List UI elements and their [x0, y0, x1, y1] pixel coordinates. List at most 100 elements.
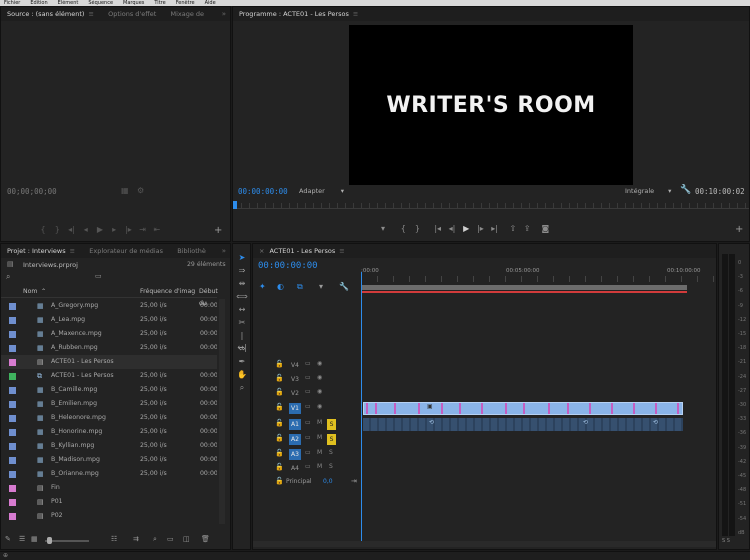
tab-media-browser[interactable]: Explorateur de médias	[83, 244, 169, 258]
label-color-swatch[interactable]	[9, 415, 16, 422]
tab-libraries[interactable]: Bibliothè	[171, 244, 212, 258]
eye-icon[interactable]: ◉	[317, 403, 322, 410]
eye-icon[interactable]: ◉	[317, 388, 322, 395]
sync-lock-icon[interactable]: ▭	[305, 434, 311, 441]
step-forward-frame-icon[interactable]: ▸	[108, 225, 120, 234]
track-lock-icon[interactable]: 🔓	[275, 374, 284, 382]
track-target-button[interactable]: V4	[289, 360, 301, 371]
label-color-swatch[interactable]	[9, 471, 16, 478]
add-marker-icon[interactable]: ▾	[319, 282, 323, 291]
solo-button[interactable]: S	[329, 449, 333, 456]
eye-icon[interactable]: ◉	[317, 374, 322, 381]
mark-in-icon[interactable]: {	[37, 225, 49, 234]
program-scrub-bar[interactable]	[233, 203, 749, 209]
wrench-icon[interactable]: 🔧	[339, 282, 349, 291]
label-color-swatch[interactable]	[9, 331, 16, 338]
insert-icon[interactable]: ⇥	[137, 225, 149, 234]
step-back-icon[interactable]: ◂|	[446, 224, 458, 233]
close-icon[interactable]: ×	[259, 247, 264, 255]
panel-overflow-icon[interactable]: »	[222, 247, 226, 255]
source-settings-icon[interactable]: ⚙	[137, 186, 144, 195]
trash-icon[interactable]: 🗑	[201, 535, 210, 543]
meter-solo-footer[interactable]: S S	[722, 538, 730, 544]
export-frame-icon[interactable]: ◙	[539, 224, 551, 233]
mark-in-icon[interactable]: {	[397, 224, 409, 233]
rate-stretch-tool-icon[interactable]: ↔	[236, 304, 248, 316]
tab-sequence[interactable]: × ACTE01 - Les Persos ≡	[253, 244, 351, 258]
track-target-button[interactable]: A4	[289, 463, 301, 474]
mute-button[interactable]: M	[317, 463, 322, 470]
label-color-swatch[interactable]	[9, 345, 16, 352]
project-item-row[interactable]: ▦ B_Madison.mpg 25,00 i/s 00:00	[1, 453, 217, 467]
track-target-button[interactable]: V2	[289, 388, 301, 399]
track-lock-icon[interactable]: 🔓	[275, 403, 284, 411]
project-item-row[interactable]: ▦ B_Camille.mpg 25,00 i/s 00:00	[1, 383, 217, 397]
track-select-tool-icon[interactable]: ⇒	[236, 265, 248, 277]
find-icon[interactable]: ⌕	[153, 535, 157, 544]
solo-button[interactable]: S	[329, 463, 333, 470]
label-color-swatch[interactable]	[9, 443, 16, 450]
track-target-button[interactable]: A3	[289, 449, 301, 460]
linked-selection-icon[interactable]: ◐	[277, 282, 284, 291]
new-item-icon[interactable]: ◫	[183, 535, 190, 543]
overwrite-icon[interactable]: ⇤	[151, 225, 163, 234]
mark-out-icon[interactable]: }	[51, 225, 63, 234]
project-item-row[interactable]: ▦ B_Orianne.mpg 25,00 i/s 00:00	[1, 467, 217, 481]
project-item-row[interactable]: ▦ A_Rubben.mpg 25,00 i/s 00:00	[1, 341, 217, 355]
project-item-row[interactable]: ▦ B_Honorine.mpg 25,00 i/s 00:00	[1, 425, 217, 439]
extract-icon[interactable]: ⇪	[521, 224, 533, 233]
label-color-swatch[interactable]	[9, 485, 16, 492]
sync-lock-icon[interactable]: ▭	[305, 403, 311, 410]
track-target-button[interactable]: A2	[289, 434, 301, 445]
track-lock-icon[interactable]: 🔓	[275, 477, 284, 485]
slip-tool-icon[interactable]: |↔|	[236, 330, 248, 352]
pen-tool-icon[interactable]: ✒	[236, 356, 248, 368]
project-item-row[interactable]: ▦ A_Lea.mpg 25,00 i/s 00:00	[1, 313, 217, 327]
zoom-slider-handle[interactable]	[47, 537, 52, 544]
step-forward-icon[interactable]: |▸	[122, 225, 134, 234]
project-item-row[interactable]: ▦ B_Heleonore.mpg 25,00 i/s 00:00	[1, 411, 217, 425]
mute-button[interactable]: M	[317, 449, 322, 456]
sort-ascending-icon[interactable]: ⌃	[41, 286, 46, 298]
label-color-swatch[interactable]	[9, 317, 16, 324]
timeline-timecode[interactable]: 00:00:00:00	[258, 261, 318, 271]
column-name[interactable]: Nom	[23, 286, 37, 298]
a1-clip[interactable]	[363, 418, 683, 431]
selection-tool-icon[interactable]: ➤	[236, 252, 248, 264]
label-color-swatch[interactable]	[9, 457, 16, 464]
source-export-frame-icon[interactable]: ▦	[121, 186, 129, 195]
add-marker-icon[interactable]: ▾	[377, 224, 389, 233]
track-target-button[interactable]: V1	[289, 403, 301, 414]
step-back-frame-icon[interactable]: ◂	[80, 225, 92, 234]
label-color-swatch[interactable]	[9, 373, 16, 380]
new-bin-icon[interactable]: ▭	[95, 272, 102, 280]
tab-project[interactable]: Projet : Interviews ≡	[1, 244, 81, 258]
project-item-row[interactable]: ⧉ ACTE01 - Les Persos 25,00 i/s 00:00	[1, 369, 217, 383]
source-timecode[interactable]: 00;00;00;00	[7, 187, 57, 196]
column-frame-rate[interactable]: Fréquence d'imag	[140, 286, 195, 298]
solo-button[interactable]: S	[327, 419, 336, 430]
fit-dropdown[interactable]: Adapter ▾	[299, 187, 344, 195]
program-add-button[interactable]: +	[735, 224, 743, 235]
lock-icon[interactable]: ✎	[5, 535, 11, 543]
sync-lock-icon[interactable]: ▭	[305, 360, 311, 367]
track-lock-icon[interactable]: 🔓	[275, 360, 284, 368]
nest-icon[interactable]: ⧉	[297, 282, 303, 292]
project-item-row[interactable]: ▦ A_Maxence.mpg 25,00 i/s 00:00	[1, 327, 217, 341]
project-item-row[interactable]: ▤ P01	[1, 495, 217, 509]
label-color-swatch[interactable]	[9, 359, 16, 366]
icon-view-icon[interactable]: ▦	[31, 535, 38, 543]
snap-icon[interactable]: ✦	[259, 282, 266, 291]
hand-tool-icon[interactable]: ✋	[236, 369, 248, 381]
tab-audio-mixer[interactable]: Mixage de	[164, 7, 210, 21]
program-timecode[interactable]: 00:00:00:00	[238, 187, 288, 196]
project-item-row[interactable]: ▦ B_Emilien.mpg 25,00 i/s 00:00	[1, 397, 217, 411]
go-to-in-icon[interactable]: |◂	[432, 224, 444, 233]
tab-effect-controls[interactable]: Options d'effet	[102, 7, 162, 21]
label-color-swatch[interactable]	[9, 499, 16, 506]
label-color-swatch[interactable]	[9, 303, 16, 310]
project-item-row[interactable]: ▤ ACTE01 - Les Persos	[1, 355, 217, 369]
track-lock-icon[interactable]: 🔓	[275, 434, 284, 442]
tab-program[interactable]: Programme : ACTE01 - Les Persos ≡	[233, 7, 364, 21]
step-back-icon[interactable]: ◂|	[65, 225, 77, 234]
